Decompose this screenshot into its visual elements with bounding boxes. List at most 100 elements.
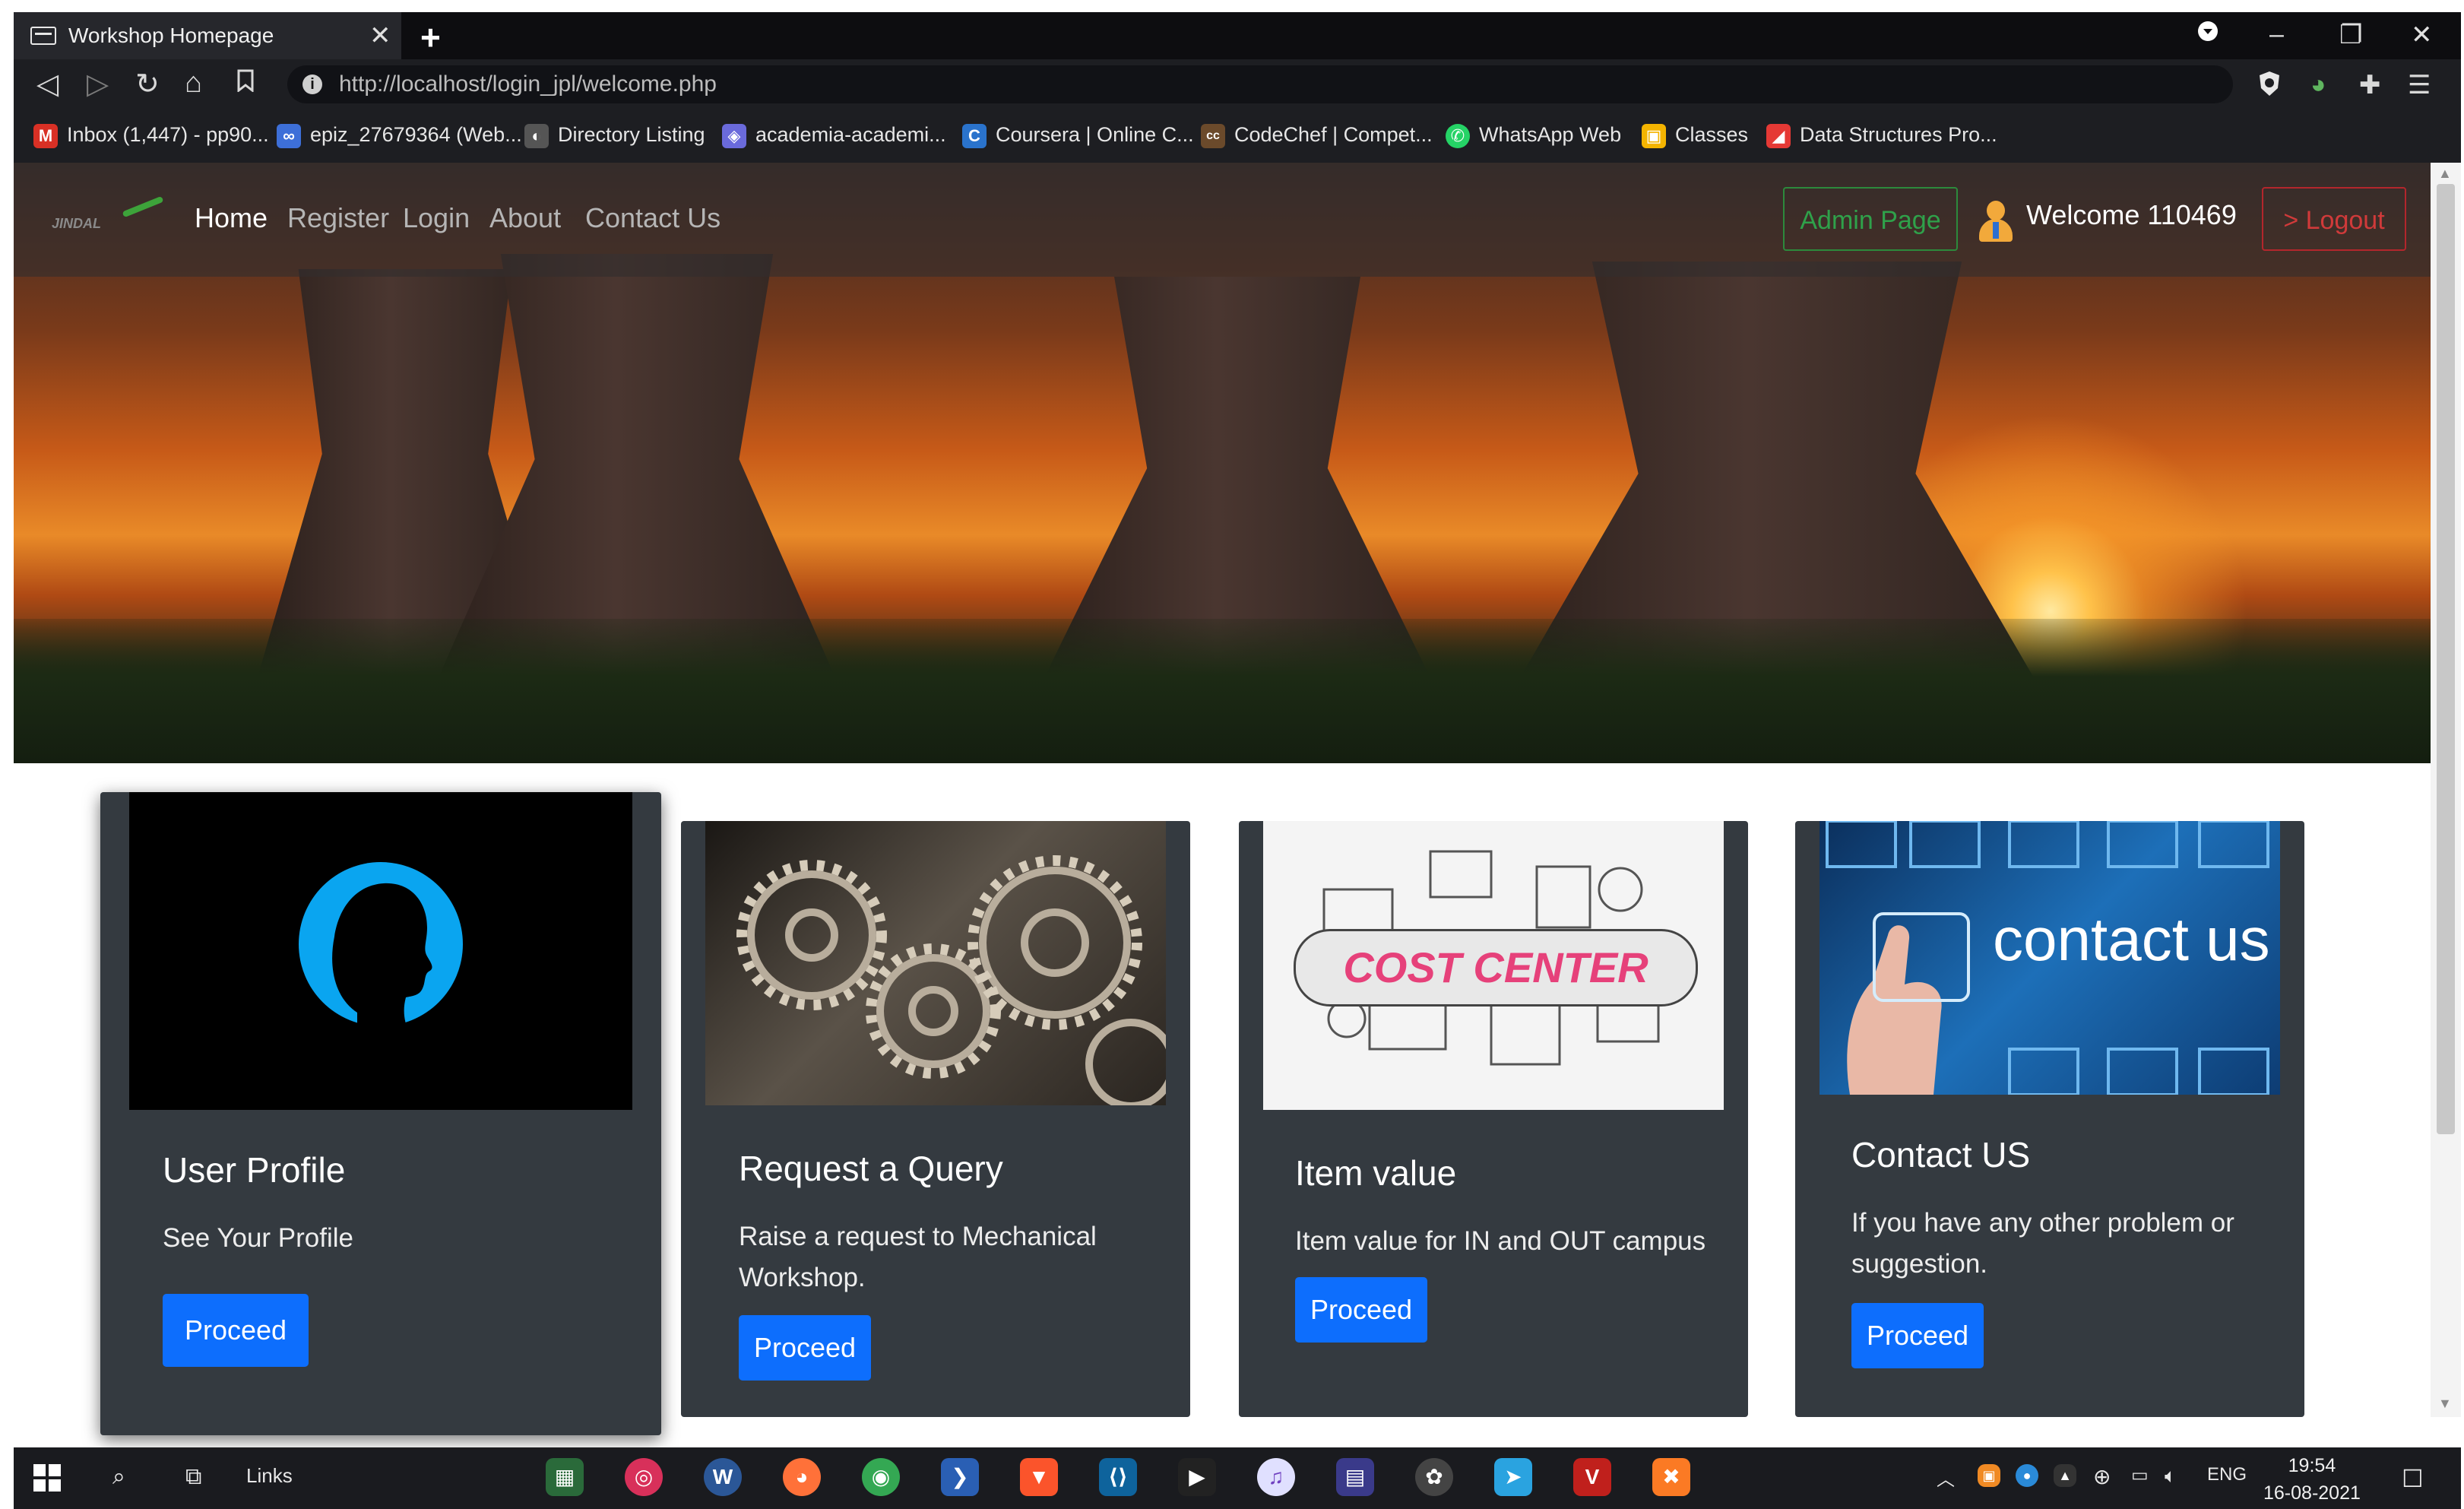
browser-window: Workshop Homepage ✕ + – ❐ ✕ ◁ ▷ ↻ ⌂ i ht… (14, 12, 2461, 1509)
cost-center-label: COST CENTER (1294, 929, 1698, 1007)
scroll-down-icon[interactable]: ▼ (2438, 1396, 2452, 1412)
clock-date: 16-08-2021 (2263, 1482, 2361, 1504)
admin-page-button[interactable]: Admin Page (1783, 187, 1958, 251)
app-icon[interactable]: ▦ (546, 1458, 584, 1496)
app-icon[interactable]: ✿ (1415, 1458, 1453, 1496)
logout-button[interactable]: > Logout (2262, 187, 2406, 251)
bookmark-codechef[interactable]: cc CodeChef | Compet... (1201, 123, 1433, 148)
bookmark-classes[interactable]: ▣ Classes (1642, 123, 1748, 148)
cost-center-image: COST CENTER (1263, 821, 1724, 1110)
nav-link-contact[interactable]: Contact Us (585, 202, 721, 234)
site-info-icon[interactable]: i (302, 74, 322, 94)
clock[interactable]: 19:54 16-08-2021 (2263, 1452, 2361, 1507)
new-tab-button[interactable]: + (420, 17, 441, 58)
gears-image (705, 821, 1166, 1105)
card-user-profile: User Profile See Your Profile Proceed (100, 792, 661, 1435)
vscode-icon[interactable]: ⟨⟩ (1099, 1458, 1137, 1496)
itunes-icon[interactable]: ♫ (1257, 1458, 1295, 1496)
app-icon[interactable]: ◎ (625, 1458, 663, 1496)
logo-swoosh (122, 195, 164, 218)
tray-icon[interactable]: ▲ (2054, 1464, 2076, 1487)
telegram-icon[interactable]: ➤ (1494, 1458, 1532, 1496)
scrollbar-thumb[interactable] (2437, 184, 2455, 1134)
contact-us-image: contact us (1819, 821, 2280, 1095)
coursera-icon: C (962, 123, 987, 148)
tray-icon[interactable]: ▣ (1978, 1464, 2000, 1487)
proceed-button[interactable]: Proceed (163, 1294, 309, 1367)
extension-icon[interactable]: ◕ (2310, 70, 2326, 100)
tab-title: Workshop Homepage (68, 24, 274, 47)
reload-icon[interactable]: ↻ (135, 67, 160, 101)
links-toolbar[interactable]: Links (246, 1464, 293, 1488)
bookmark-coursera[interactable]: C Coursera | Online C... (962, 123, 1194, 148)
scroll-up-icon[interactable]: ▲ (2438, 166, 2452, 182)
restore-button[interactable]: ❐ (2339, 20, 2362, 50)
powershell-icon[interactable]: ❯ (941, 1458, 979, 1496)
address-bar[interactable]: i http://localhost/login_jpl/welcome.php (287, 65, 2233, 103)
user-avatar-icon (1979, 201, 2013, 245)
user-silhouette-image (129, 792, 632, 1110)
notification-icon[interactable]: ☐ (2402, 1464, 2424, 1493)
extensions-puzzle-icon[interactable]: ✚ (2359, 70, 2381, 100)
tab-workshop-homepage[interactable]: Workshop Homepage ✕ (14, 12, 401, 59)
brave-menu-icon[interactable] (2196, 20, 2219, 49)
proceed-button[interactable]: Proceed (739, 1315, 871, 1381)
bookmark-epiz[interactable]: ∞ epiz_27679364 (Web... (277, 123, 522, 148)
classroom-icon: ▣ (1642, 123, 1666, 148)
word-icon[interactable]: W (704, 1458, 742, 1496)
card-text: Item value for IN and OUT campus (1295, 1226, 1706, 1256)
home-icon[interactable]: ⌂ (185, 67, 202, 100)
brand-logo[interactable]: JINDAL (52, 195, 166, 233)
proceed-button[interactable]: Proceed (1851, 1303, 1984, 1368)
page-scrollbar[interactable]: ▲ ▼ (2431, 163, 2461, 1417)
show-hidden-icons-icon[interactable]: ︿ (1937, 1464, 1955, 1491)
clock-time: 19:54 (2288, 1455, 2336, 1476)
gmail-icon: M (33, 123, 58, 148)
bookmark-gmail[interactable]: M Inbox (1,447) - pp90... (33, 123, 269, 148)
nav-link-login[interactable]: Login (403, 202, 470, 234)
tray-icon[interactable]: ● (2016, 1464, 2038, 1487)
hero-banner: JINDAL Home Register Login About Contact… (14, 163, 2431, 763)
whatsapp-icon: ✆ (1446, 123, 1470, 148)
app-icon[interactable]: ▤ (1336, 1458, 1374, 1496)
bookmark-directory-listing[interactable]: ◐ Directory Listing (524, 123, 705, 148)
tab-close-icon[interactable]: ✕ (369, 21, 391, 51)
bookmark-data-structures[interactable]: ◢ Data Structures Pro... (1766, 123, 1997, 148)
firefox-icon[interactable]: ◕ (783, 1458, 821, 1496)
media-player-icon[interactable]: ▶ (1178, 1458, 1216, 1496)
volume-icon[interactable]: 🔈︎ (2165, 1464, 2177, 1488)
windows-start-icon[interactable] (33, 1464, 61, 1498)
codechef-icon: cc (1201, 123, 1225, 148)
forward-icon[interactable]: ▷ (87, 67, 109, 101)
xampp-icon[interactable]: ✖ (1652, 1458, 1690, 1496)
back-icon[interactable]: ◁ (36, 67, 59, 101)
nav-link-register[interactable]: Register (287, 202, 389, 234)
network-globe-icon[interactable]: ⊕ (2093, 1464, 2111, 1489)
app-icon[interactable]: V (1573, 1458, 1611, 1496)
site-navbar: JINDAL Home Register Login About Contact… (14, 163, 2431, 277)
task-view-icon[interactable]: ⧉ (185, 1464, 201, 1490)
brave-shields-icon[interactable] (2257, 70, 2282, 104)
menu-icon[interactable]: ☰ (2408, 70, 2431, 100)
bookmark-app-icon: ◢ (1766, 123, 1791, 148)
language-indicator[interactable]: ENG (2207, 1464, 2247, 1485)
touch-button-shape (1873, 912, 1970, 1002)
nav-link-about[interactable]: About (489, 202, 561, 234)
bookmark-whatsapp[interactable]: ✆ WhatsApp Web (1446, 123, 1621, 148)
search-icon[interactable]: ⌕ (112, 1464, 125, 1490)
minimize-button[interactable]: – (2269, 20, 2284, 49)
close-window-button[interactable]: ✕ (2411, 20, 2433, 50)
infinity-icon: ∞ (277, 123, 301, 148)
bookmark-icon[interactable] (236, 67, 255, 100)
proceed-button[interactable]: Proceed (1295, 1277, 1427, 1343)
battery-icon[interactable]: ▭ (2131, 1464, 2149, 1486)
nav-link-home[interactable]: Home (195, 202, 268, 234)
brave-icon[interactable]: ▼ (1020, 1458, 1058, 1496)
card-title: Request a Query (739, 1149, 1003, 1188)
navigation-toolbar: ◁ ▷ ↻ ⌂ i http://localhost/login_jpl/wel… (14, 59, 2461, 109)
academia-icon: ◈ (722, 123, 746, 148)
chrome-icon[interactable]: ◉ (862, 1458, 900, 1496)
bookmark-academia[interactable]: ◈ academia-academi... (722, 123, 946, 148)
card-contact-us: contact us Contact US If you have any ot… (1795, 821, 2304, 1417)
tree-line (14, 619, 2431, 763)
